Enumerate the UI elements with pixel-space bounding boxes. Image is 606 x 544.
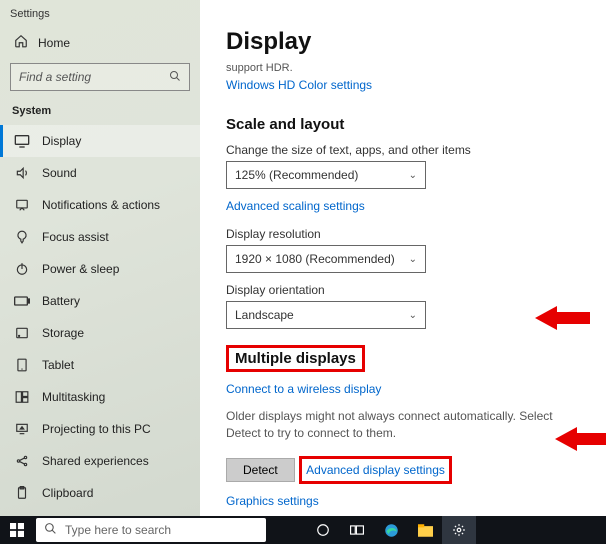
sidebar-item-shared[interactable]: Shared experiences xyxy=(0,445,200,477)
sidebar-item-label: Focus assist xyxy=(42,230,109,244)
projecting-icon xyxy=(14,421,30,437)
home-icon xyxy=(14,34,28,51)
taskbar: Type here to search xyxy=(0,516,606,544)
focus-icon xyxy=(14,229,30,245)
multiple-displays-heading: Multiple displays xyxy=(235,350,356,367)
hd-color-link[interactable]: Windows HD Color settings xyxy=(226,78,372,92)
sidebar-item-power[interactable]: Power & sleep xyxy=(0,253,200,285)
storage-icon xyxy=(14,325,30,341)
sidebar-item-clipboard[interactable]: Clipboard xyxy=(0,477,200,509)
edge-icon[interactable] xyxy=(374,516,408,544)
scale-select[interactable]: 125% (Recommended) ⌄ xyxy=(226,161,426,189)
graphics-settings-link[interactable]: Graphics settings xyxy=(226,494,319,508)
start-button[interactable] xyxy=(0,516,34,544)
taskbar-icons xyxy=(306,516,476,544)
orientation-select[interactable]: Landscape ⌄ xyxy=(226,301,426,329)
search-placeholder: Find a setting xyxy=(19,70,91,84)
taskbar-search-placeholder: Type here to search xyxy=(65,523,171,537)
explorer-icon[interactable] xyxy=(408,516,442,544)
tablet-icon xyxy=(14,357,30,373)
display-icon xyxy=(14,133,30,149)
sidebar-item-label: Storage xyxy=(42,326,84,340)
sidebar-item-display[interactable]: Display xyxy=(0,125,200,157)
cortana-icon[interactable] xyxy=(306,516,340,544)
orientation-value: Landscape xyxy=(235,308,294,322)
clipboard-icon xyxy=(14,485,30,501)
sidebar-item-label: Display xyxy=(42,134,81,148)
scale-heading: Scale and layout xyxy=(226,116,598,133)
advanced-display-link[interactable]: Advanced display settings xyxy=(306,463,445,477)
orientation-label: Display orientation xyxy=(226,283,598,297)
sound-icon xyxy=(14,165,30,181)
highlight-box-multiple-displays: Multiple displays xyxy=(226,345,365,372)
sidebar-item-label: Battery xyxy=(42,294,80,308)
sidebar-item-multitasking[interactable]: Multitasking xyxy=(0,381,200,413)
sidebar-item-label: Power & sleep xyxy=(42,262,119,276)
sidebar-item-projecting[interactable]: Projecting to this PC xyxy=(0,413,200,445)
resolution-label: Display resolution xyxy=(226,227,598,241)
sidebar-item-label: Notifications & actions xyxy=(42,198,160,212)
sidebar-item-label: Sound xyxy=(42,166,77,180)
sidebar-item-label: Tablet xyxy=(42,358,74,372)
page-title: Display xyxy=(226,28,598,56)
scale-desc: Change the size of text, apps, and other… xyxy=(226,143,598,157)
sidebar-item-battery[interactable]: Battery xyxy=(0,285,200,317)
shared-icon xyxy=(14,453,30,469)
search-icon xyxy=(169,70,181,85)
search-icon xyxy=(44,522,57,538)
sidebar-item-sound[interactable]: Sound xyxy=(0,157,200,189)
sidebar-item-notifications[interactable]: Notifications & actions xyxy=(0,189,200,221)
settings-taskbar-icon[interactable] xyxy=(442,516,476,544)
home-label: Home xyxy=(38,36,70,50)
section-label: System xyxy=(0,103,200,125)
multitasking-icon xyxy=(14,389,30,405)
chevron-down-icon: ⌄ xyxy=(409,254,417,265)
adv-scaling-link[interactable]: Advanced scaling settings xyxy=(226,199,365,213)
settings-sidebar: Settings Home Find a setting System Disp… xyxy=(0,0,200,516)
detect-button[interactable]: Detect xyxy=(226,458,295,482)
sidebar-item-label: Shared experiences xyxy=(42,454,149,468)
chevron-down-icon: ⌄ xyxy=(409,170,417,181)
taskbar-search[interactable]: Type here to search xyxy=(36,518,266,542)
sidebar-item-focus-assist[interactable]: Focus assist xyxy=(0,221,200,253)
highlight-box-adv-display: Advanced display settings xyxy=(299,456,452,484)
resolution-value: 1920 × 1080 (Recommended) xyxy=(235,252,395,266)
sidebar-item-tablet[interactable]: Tablet xyxy=(0,349,200,381)
battery-icon xyxy=(14,293,30,309)
hdr-subtext: support HDR. xyxy=(226,62,598,74)
search-input[interactable]: Find a setting xyxy=(10,63,190,91)
power-icon xyxy=(14,261,30,277)
detect-desc: Older displays might not always connect … xyxy=(226,408,566,442)
wireless-display-link[interactable]: Connect to a wireless display xyxy=(226,382,381,396)
sidebar-item-storage[interactable]: Storage xyxy=(0,317,200,349)
chevron-down-icon: ⌄ xyxy=(409,310,417,321)
task-view-icon[interactable] xyxy=(340,516,374,544)
sidebar-item-label: Projecting to this PC xyxy=(42,422,151,436)
notifications-icon xyxy=(14,197,30,213)
app-title: Settings xyxy=(0,6,200,28)
sidebar-nav: Display Sound Notifications & actions Fo… xyxy=(0,125,200,541)
sidebar-item-label: Clipboard xyxy=(42,486,93,500)
home-button[interactable]: Home xyxy=(0,28,200,59)
main-content: Display support HDR. Windows HD Color se… xyxy=(200,0,606,516)
scale-value: 125% (Recommended) xyxy=(235,168,358,182)
annotation-arrow-1 xyxy=(535,303,590,333)
sidebar-item-label: Multitasking xyxy=(42,390,105,404)
resolution-select[interactable]: 1920 × 1080 (Recommended) ⌄ xyxy=(226,245,426,273)
